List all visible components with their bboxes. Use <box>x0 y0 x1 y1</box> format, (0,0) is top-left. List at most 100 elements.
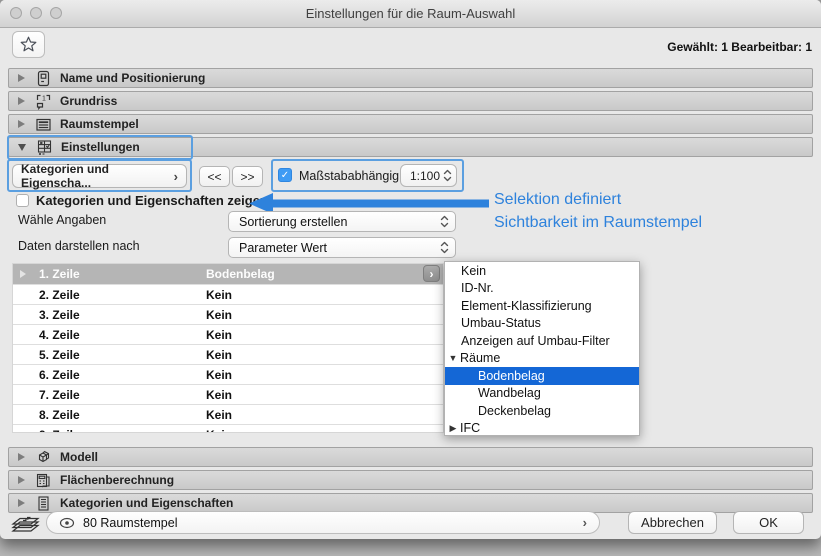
star-icon <box>19 35 38 54</box>
parameter-popup-menu: Kein ID-Nr. Element-Klassifizierung Umba… <box>444 261 640 436</box>
menu-item-selected[interactable]: Bodenbelag <box>445 367 639 385</box>
cancel-button[interactable]: Abbrechen <box>628 511 717 534</box>
chevron-right-icon <box>18 499 25 507</box>
row-value: Kein <box>206 408 232 422</box>
scale-value: 1:100 <box>410 169 440 183</box>
kategorien-zeigen-checkbox[interactable] <box>16 194 29 207</box>
table-row[interactable]: 5. Zeile Kein <box>13 344 443 364</box>
row-label: 4. Zeile <box>39 328 80 342</box>
disclosure-triangle-icon <box>20 270 26 278</box>
name-tag-icon <box>35 70 52 87</box>
table-row[interactable]: 8. Zeile Kein <box>13 404 443 424</box>
stepper-chevrons-icon <box>443 168 452 183</box>
section-label: Grundriss <box>60 94 117 108</box>
section-flaechenberechnung[interactable]: Flächenberechnung <box>8 470 813 490</box>
chevron-right-icon: › <box>583 515 587 530</box>
daten-darstellen-label: Daten darstellen nach <box>18 239 140 253</box>
section-label: Einstellungen <box>61 140 140 154</box>
section-name-und-positionierung[interactable]: Name und Positionierung <box>8 68 813 88</box>
menu-item[interactable]: Deckenbelag <box>445 402 639 420</box>
document-lines-icon <box>35 495 52 512</box>
menu-item[interactable]: Anzeigen auf Umbau-Filter <box>445 332 639 350</box>
checkmark-icon: ✓ <box>281 170 289 181</box>
chevron-right-icon <box>18 453 25 461</box>
raumstempel-label: 80 Raumstempel <box>83 516 178 530</box>
section-label: Name und Positionierung <box>60 71 205 85</box>
row-value: Bodenbelag <box>206 267 275 281</box>
table-row[interactable]: 9. Zeile Kein <box>13 424 443 433</box>
floorplan-icon: 1 <box>35 93 52 110</box>
menu-item-label: Räume <box>460 351 500 365</box>
section-modell[interactable]: Modell <box>8 447 813 467</box>
chevron-right-icon: › <box>174 169 178 184</box>
table-row[interactable]: 4. Zeile Kein <box>13 324 443 344</box>
menu-item[interactable]: Element-Klassifizierung <box>445 297 639 315</box>
section-einstellungen[interactable]: Einstellungen <box>8 137 813 157</box>
section-kategorien-und-eigenschaften[interactable]: Kategorien und Eigenschaften <box>8 493 813 513</box>
massstababhaengig-label: Maßstababhängig <box>299 169 399 183</box>
waehle-angaben-dropdown[interactable]: Sortierung erstellen <box>228 211 456 232</box>
daten-darstellen-dropdown[interactable]: Parameter Wert <box>228 237 456 258</box>
annotation-text: Selektion definiert Sichtbarkeit im Raum… <box>494 188 702 234</box>
menu-item[interactable]: Kein <box>445 262 639 280</box>
row-label: 8. Zeile <box>39 408 80 422</box>
next-button[interactable]: >> <box>232 166 263 187</box>
row-value: Kein <box>206 348 232 362</box>
triangle-down-icon: ▼ <box>448 353 458 363</box>
kategorien-zeigen-label: Kategorien und Eigenschaften zeigen <box>36 193 268 208</box>
row-label: 1. Zeile <box>39 267 80 281</box>
section-label: Modell <box>60 450 98 464</box>
section-raumstempel[interactable]: Raumstempel <box>8 114 813 134</box>
section-label: Raumstempel <box>60 117 139 131</box>
menu-item[interactable]: ID-Nr. <box>445 280 639 298</box>
window-title: Einstellungen für die Raum-Auswahl <box>0 6 821 21</box>
dialog-window: Einstellungen für die Raum-Auswahl Gewäh… <box>0 0 821 539</box>
table-row[interactable]: 7. Zeile Kein <box>13 384 443 404</box>
menu-item-group[interactable]: ▼ Räume <box>445 350 639 368</box>
menu-item[interactable]: Wandbelag <box>445 385 639 403</box>
row-label: 5. Zeile <box>39 348 80 362</box>
scale-stepper[interactable]: 1:100 <box>400 164 457 187</box>
chevron-down-icon <box>18 144 26 151</box>
ok-button[interactable]: OK <box>733 511 804 534</box>
model-cube-icon <box>35 449 52 466</box>
row-value: Kein <box>206 308 232 322</box>
menu-item-group[interactable]: ▶ IFC <box>445 420 639 438</box>
eye-icon <box>59 517 75 529</box>
table-row[interactable]: 3. Zeile Kein <box>13 304 443 324</box>
annotation-line-1: Selektion definiert <box>494 188 702 211</box>
chevron-right-icon <box>18 74 25 82</box>
raumstempel-selector-button[interactable]: 80 Raumstempel › <box>46 511 600 534</box>
section-grundriss[interactable]: 1 Grundriss <box>8 91 813 111</box>
row-options-button[interactable]: › <box>423 265 440 282</box>
row-value: Kein <box>206 428 232 434</box>
settings-grid-icon <box>36 139 53 156</box>
annotation-line-2: Sichtbarkeit im Raumstempel <box>494 211 702 234</box>
title-bar: Einstellungen für die Raum-Auswahl <box>0 0 821 28</box>
row-value: Kein <box>206 368 232 382</box>
favorites-button[interactable] <box>12 31 45 58</box>
row-value: Kein <box>206 328 232 342</box>
selection-status: Gewählt: 1 Bearbeitbar: 1 <box>667 40 812 54</box>
row-label: 3. Zeile <box>39 308 80 322</box>
row-label: 9. Zeile <box>39 428 80 434</box>
table-row[interactable]: 6. Zeile Kein <box>13 364 443 384</box>
dropdown-value: Sortierung erstellen <box>239 215 347 229</box>
row-label: 6. Zeile <box>39 368 80 382</box>
triangle-right-icon: ▶ <box>448 423 458 434</box>
layers-icon <box>10 510 41 536</box>
menu-item-label: IFC <box>460 421 480 435</box>
chevron-right-icon <box>18 97 25 105</box>
popup-button-label: Kategorien und Eigenscha... <box>21 162 174 190</box>
massstababhaengig-checkbox[interactable]: ✓ <box>278 168 292 182</box>
row-label: 2. Zeile <box>39 288 80 302</box>
previous-button[interactable]: << <box>199 166 230 187</box>
dropdown-value: Parameter Wert <box>239 241 327 255</box>
table-row[interactable]: 1. Zeile Bodenbelag › <box>13 264 443 284</box>
section-label: Kategorien und Eigenschaften <box>60 496 233 510</box>
waehle-angaben-label: Wähle Angaben <box>18 213 106 227</box>
stepper-chevrons-icon <box>440 214 449 229</box>
menu-item[interactable]: Umbau-Status <box>445 315 639 333</box>
kategorien-eigenschaften-popup-button[interactable]: Kategorien und Eigenscha... › <box>12 164 187 188</box>
table-row[interactable]: 2. Zeile Kein <box>13 284 443 304</box>
